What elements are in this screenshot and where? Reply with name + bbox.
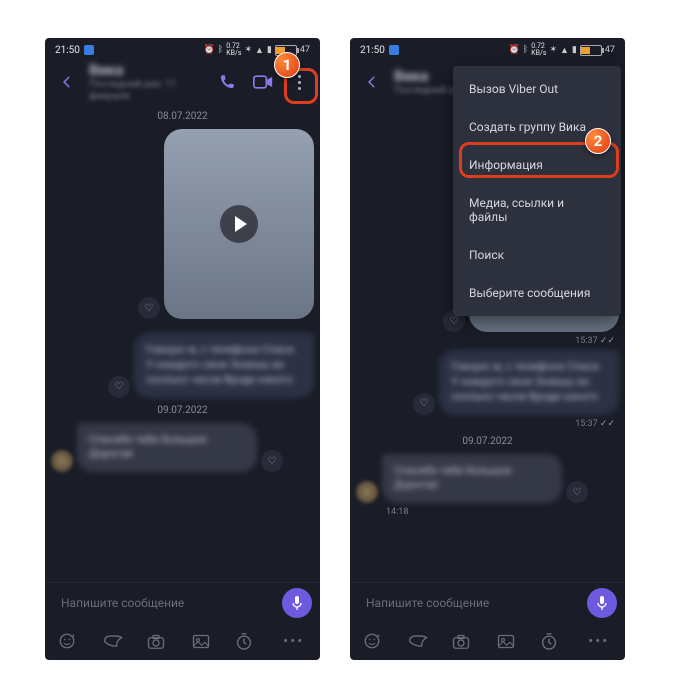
back-button[interactable] [51,66,83,98]
message-row: ♡ Говорю ж, с телефона Спаси. У каждого … [356,350,619,415]
video-message[interactable] [164,129,314,319]
callout-badge-2: 2 [585,128,611,154]
voice-message-button[interactable] [282,588,312,618]
menu-item-select-messages[interactable]: Выберите сообщения [453,274,621,312]
text-message[interactable]: Говорю ж, с телефона Спаси. У каждого св… [439,350,619,415]
volte-icon: ✶ [244,45,252,55]
date-separator: 09.07.2022 [51,402,314,419]
timestamp: 15:37 ✓✓ [356,336,619,346]
sticker-button[interactable]: + [58,632,84,650]
phone-screenshot-2: 21:50 ⏰ ᛒ 0.72 KB/s ✶ ▲ ▮ 47 Вика Послед… [350,38,625,660]
gallery-button[interactable] [192,634,218,649]
gif-button[interactable] [408,633,434,649]
contact-status: Последний раз: 11 февраля [89,79,206,102]
alarm-icon: ⏰ [509,45,520,55]
gallery-button[interactable] [497,634,523,649]
menu-item-media-links-files[interactable]: Медиа, ссылки и файлы [453,184,621,236]
contact-name[interactable]: Вика [89,62,206,79]
volte-icon: ✶ [549,45,557,55]
camera-button[interactable] [452,634,478,649]
status-bar: 21:50 ⏰ ᛒ 0.72 KB/s ✶ ▲ ▮ 47 [350,38,625,58]
date-separator: 08.07.2022 [51,108,314,125]
react-button[interactable]: ♡ [566,481,588,503]
more-attachments-button[interactable]: ••• [281,632,307,650]
battery-pct: 47 [605,45,615,55]
avatar[interactable] [51,450,73,472]
app-indicator-icon [389,45,399,55]
text-message[interactable]: Спасибо тебе большое Дорогая [77,423,257,473]
network-speed: 0.72 KB/s [226,43,241,57]
wifi-icon: ▲ [255,45,264,56]
more-attachments-button[interactable]: ••• [586,632,612,650]
message-row: Спасибо тебе большое Дорогая ♡ [356,454,619,504]
text-message[interactable]: Говорю ж, с телефона Спаси. У каждого св… [134,333,314,398]
react-button[interactable]: ♡ [138,297,160,319]
svg-text:+: + [377,633,381,640]
text-message[interactable]: Спасибо тебе большое Дорогая [382,454,562,504]
options-menu: Вызов Viber Out Создать группу Вика Инфо… [453,66,621,316]
message-row: ♡ Говорю ж, с телефона Спаси. У каждого … [51,333,314,398]
voice-call-button[interactable] [212,67,242,97]
bluetooth-icon: ᛒ [218,45,223,55]
react-button[interactable]: ♡ [108,376,130,398]
message-row: ♡ [51,129,314,319]
attachment-toolbar: + ••• [45,622,320,660]
sticker-button[interactable]: + [363,632,389,650]
app-indicator-icon [84,45,94,55]
message-input[interactable]: Напишите сообщение [53,590,280,616]
timer-button[interactable] [236,632,262,650]
status-time: 21:50 [55,45,80,56]
message-input[interactable]: Напишите сообщение [358,590,585,616]
react-button[interactable]: ♡ [261,450,283,472]
gif-button[interactable] [103,633,129,649]
date-separator: 09.07.2022 [356,433,619,450]
message-input-bar: Напишите сообщение [350,582,625,622]
battery-icon [580,45,602,56]
status-time: 21:50 [360,45,385,56]
battery-pct: 47 [300,45,310,55]
back-button[interactable] [356,66,388,98]
message-row: Спасибо тебе большое Дорогая ♡ [51,423,314,473]
timestamp: 15:37 ✓✓ [356,419,619,429]
play-icon [220,205,258,243]
voice-message-button[interactable] [587,588,617,618]
signal-icon: ▮ [267,45,272,55]
signal-icon: ▮ [572,45,577,55]
network-speed: 0.72 KB/s [531,43,546,57]
phone-screenshot-1: 21:50 ⏰ ᛒ 0.72 KB/s ✶ ▲ ▮ 47 Вика Послед… [45,38,320,660]
menu-item-viber-out[interactable]: Вызов Viber Out [453,70,621,108]
message-input-bar: Напишите сообщение [45,582,320,622]
timer-button[interactable] [541,632,567,650]
wifi-icon: ▲ [560,45,569,56]
callout-badge-1: 1 [274,52,300,78]
menu-item-search[interactable]: Поиск [453,236,621,274]
alarm-icon: ⏰ [204,45,215,55]
react-button[interactable]: ♡ [413,393,435,415]
timestamp: 14:18 [356,507,619,517]
video-call-button[interactable] [248,67,278,97]
svg-text:+: + [72,633,76,640]
bluetooth-icon: ᛒ [523,45,528,55]
chat-scroll[interactable]: 08.07.2022 ♡ ♡ Говорю ж, с телефона Спас… [45,106,320,582]
attachment-toolbar: + ••• [350,622,625,660]
avatar[interactable] [356,481,378,503]
camera-button[interactable] [147,634,173,649]
